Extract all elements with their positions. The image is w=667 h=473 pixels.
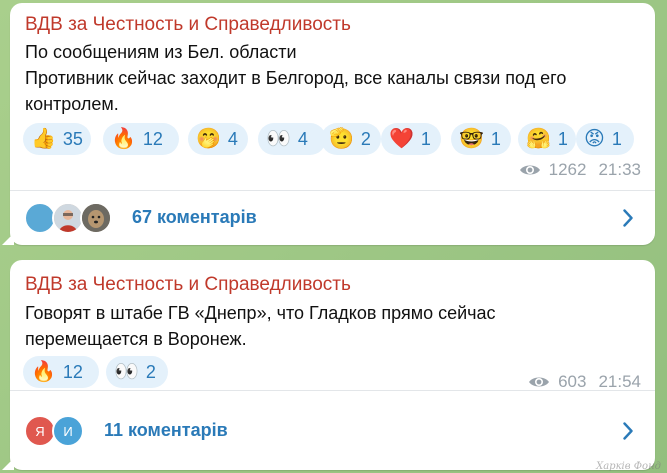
person-photo-icon bbox=[54, 204, 82, 232]
view-count: 603 bbox=[558, 372, 587, 391]
reaction-fire[interactable]: 🔥 12 bbox=[103, 123, 179, 155]
message-line: контролем. bbox=[25, 94, 119, 114]
bubble-tail bbox=[2, 458, 14, 470]
hand-over-mouth-icon: 🤭 bbox=[196, 128, 221, 150]
reaction-count: 1 bbox=[557, 128, 568, 149]
reaction-hand-over-mouth[interactable]: 🤭 4 bbox=[188, 123, 248, 155]
reaction-count: 35 bbox=[62, 128, 83, 149]
divider bbox=[10, 390, 655, 391]
comments-count-label[interactable]: 11 коментарів bbox=[104, 420, 228, 441]
channel-name[interactable]: ВДВ за Честность и Справедливость bbox=[25, 274, 351, 296]
hugging-face-icon: 🤗 bbox=[526, 128, 551, 150]
message-line: перемещается в Воронеж. bbox=[25, 329, 247, 349]
nerd-face-icon: 🤓 bbox=[459, 128, 484, 150]
reaction-count: 12 bbox=[142, 128, 163, 149]
dog-photo-icon bbox=[82, 204, 110, 232]
reaction-fire[interactable]: 🔥 12 bbox=[23, 356, 99, 388]
avatar: И bbox=[52, 415, 84, 447]
heart-icon: ❤️ bbox=[389, 128, 414, 150]
comments-button[interactable]: 67 коментарів bbox=[10, 193, 655, 243]
message-time: 21:33 bbox=[598, 160, 641, 179]
message-line: По сообщениям из Бел. области bbox=[25, 42, 297, 62]
message-bubble: ВДВ за Честность и Справедливость По соо… bbox=[2, 3, 655, 245]
comments-button[interactable]: Я И 11 коментарів bbox=[10, 406, 655, 456]
message-bubble: ВДВ за Честность и Справедливость Говоря… bbox=[2, 260, 655, 470]
fire-icon: 🔥 bbox=[111, 128, 136, 150]
comments-count-label[interactable]: 67 коментарів bbox=[132, 207, 257, 228]
reaction-eyes[interactable]: 👀 2 bbox=[106, 356, 168, 388]
angry-face-icon: 😡 bbox=[584, 128, 605, 150]
reaction-salute[interactable]: 🫡 2 bbox=[321, 123, 381, 155]
reaction-count: 1 bbox=[490, 128, 501, 149]
eye-icon bbox=[519, 165, 540, 175]
divider bbox=[10, 190, 655, 191]
message-time: 21:54 bbox=[598, 372, 641, 391]
fire-icon: 🔥 bbox=[31, 361, 56, 383]
reaction-angry[interactable]: 😡 1 bbox=[576, 123, 634, 155]
eye-icon bbox=[529, 377, 550, 387]
message-meta: 603 21:54 bbox=[528, 372, 641, 392]
view-count: 1262 bbox=[548, 160, 587, 179]
reaction-eyes[interactable]: 👀 4 bbox=[258, 123, 326, 155]
watermark: Харків Фонд bbox=[596, 461, 661, 472]
message-line: Говорят в штабе ГВ «Днепр», что Гладков … bbox=[25, 303, 496, 323]
salute-icon: 🫡 bbox=[329, 128, 354, 150]
message-line: Противник сейчас заходит в Белгород, все… bbox=[25, 68, 567, 88]
eyes-icon: 👀 bbox=[114, 361, 139, 383]
channel-name[interactable]: ВДВ за Честность и Справедливость bbox=[25, 14, 351, 36]
reaction-count: 12 bbox=[62, 361, 83, 382]
chevron-right-icon[interactable] bbox=[623, 209, 633, 227]
reaction-heart[interactable]: ❤️ 1 bbox=[381, 123, 441, 155]
message-text: По сообщениям из Бел. области Противник … bbox=[25, 39, 640, 117]
reaction-nerd[interactable]: 🤓 1 bbox=[451, 123, 511, 155]
reaction-count: 2 bbox=[360, 128, 371, 149]
avatar bbox=[80, 202, 112, 234]
reaction-count: 1 bbox=[611, 128, 622, 149]
reaction-count: 4 bbox=[227, 128, 238, 149]
reaction-hug[interactable]: 🤗 1 bbox=[518, 123, 576, 155]
eyes-icon: 👀 bbox=[266, 128, 291, 150]
thumbs-up-icon: 👍 bbox=[31, 128, 56, 150]
message-meta: 1262 21:33 bbox=[519, 160, 641, 180]
reaction-thumbs-up[interactable]: 👍 35 bbox=[23, 123, 91, 155]
reaction-count: 1 bbox=[420, 128, 431, 149]
chevron-right-icon[interactable] bbox=[623, 422, 633, 440]
reaction-count: 2 bbox=[145, 361, 156, 382]
message-text: Говорят в штабе ГВ «Днепр», что Гладков … bbox=[25, 300, 640, 352]
reaction-count: 4 bbox=[297, 128, 308, 149]
